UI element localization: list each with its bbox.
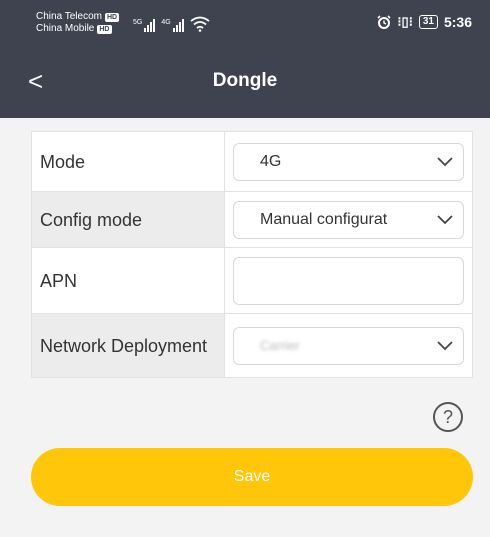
wifi-icon (190, 16, 210, 32)
page-title: Dongle (212, 70, 278, 91)
mode-label: Mode (32, 132, 225, 191)
chevron-down-icon (437, 340, 453, 350)
network-deployment-label: Network Deployment (32, 314, 225, 377)
form-row-config-mode: Config mode Manual configurat (32, 192, 472, 248)
carrier-mobile: China Mobile (36, 23, 95, 34)
carrier-telecom: China Telecom (36, 11, 102, 22)
vibrate-icon: ⁝▯⁝ (397, 14, 413, 29)
chevron-down-icon (437, 214, 453, 224)
apn-label: APN (32, 248, 225, 313)
clock: 5:36 (443, 14, 472, 30)
save-button[interactable]: Save (31, 448, 473, 506)
help-icon[interactable]: ? (433, 402, 463, 432)
network-deployment-select[interactable]: Carrier (233, 326, 464, 365)
config-mode-label: Config mode (32, 192, 225, 247)
hd-badge: HD (97, 24, 112, 34)
signal-icon: 5G (133, 19, 156, 32)
apn-input[interactable] (233, 256, 464, 305)
mode-value: 4G (260, 152, 282, 170)
app-header: < Dongle (0, 48, 490, 118)
mode-select[interactable]: 4G (233, 142, 464, 181)
battery-icon: 31 (418, 15, 438, 29)
network-deployment-value: Carrier (260, 338, 300, 353)
signal-icon: 4G (161, 19, 184, 32)
config-mode-select[interactable]: Manual configurat (233, 200, 464, 239)
dongle-settings-form: Mode 4G Config mode Manual configurat AP… (31, 131, 473, 378)
config-mode-value: Manual configurat (260, 210, 388, 228)
hd-badge: HD (104, 12, 120, 22)
carrier-info: China Telecom HD China Mobile HD (36, 11, 120, 35)
form-row-apn: APN (32, 248, 472, 314)
form-row-network-deployment: Network Deployment Carrier (32, 314, 472, 377)
form-row-mode: Mode 4G (32, 132, 472, 192)
chevron-down-icon (437, 156, 453, 166)
alarm-icon (377, 15, 391, 29)
status-bar: China Telecom HD China Mobile HD 5G 4G ⁝▯⁝… (0, 0, 490, 48)
